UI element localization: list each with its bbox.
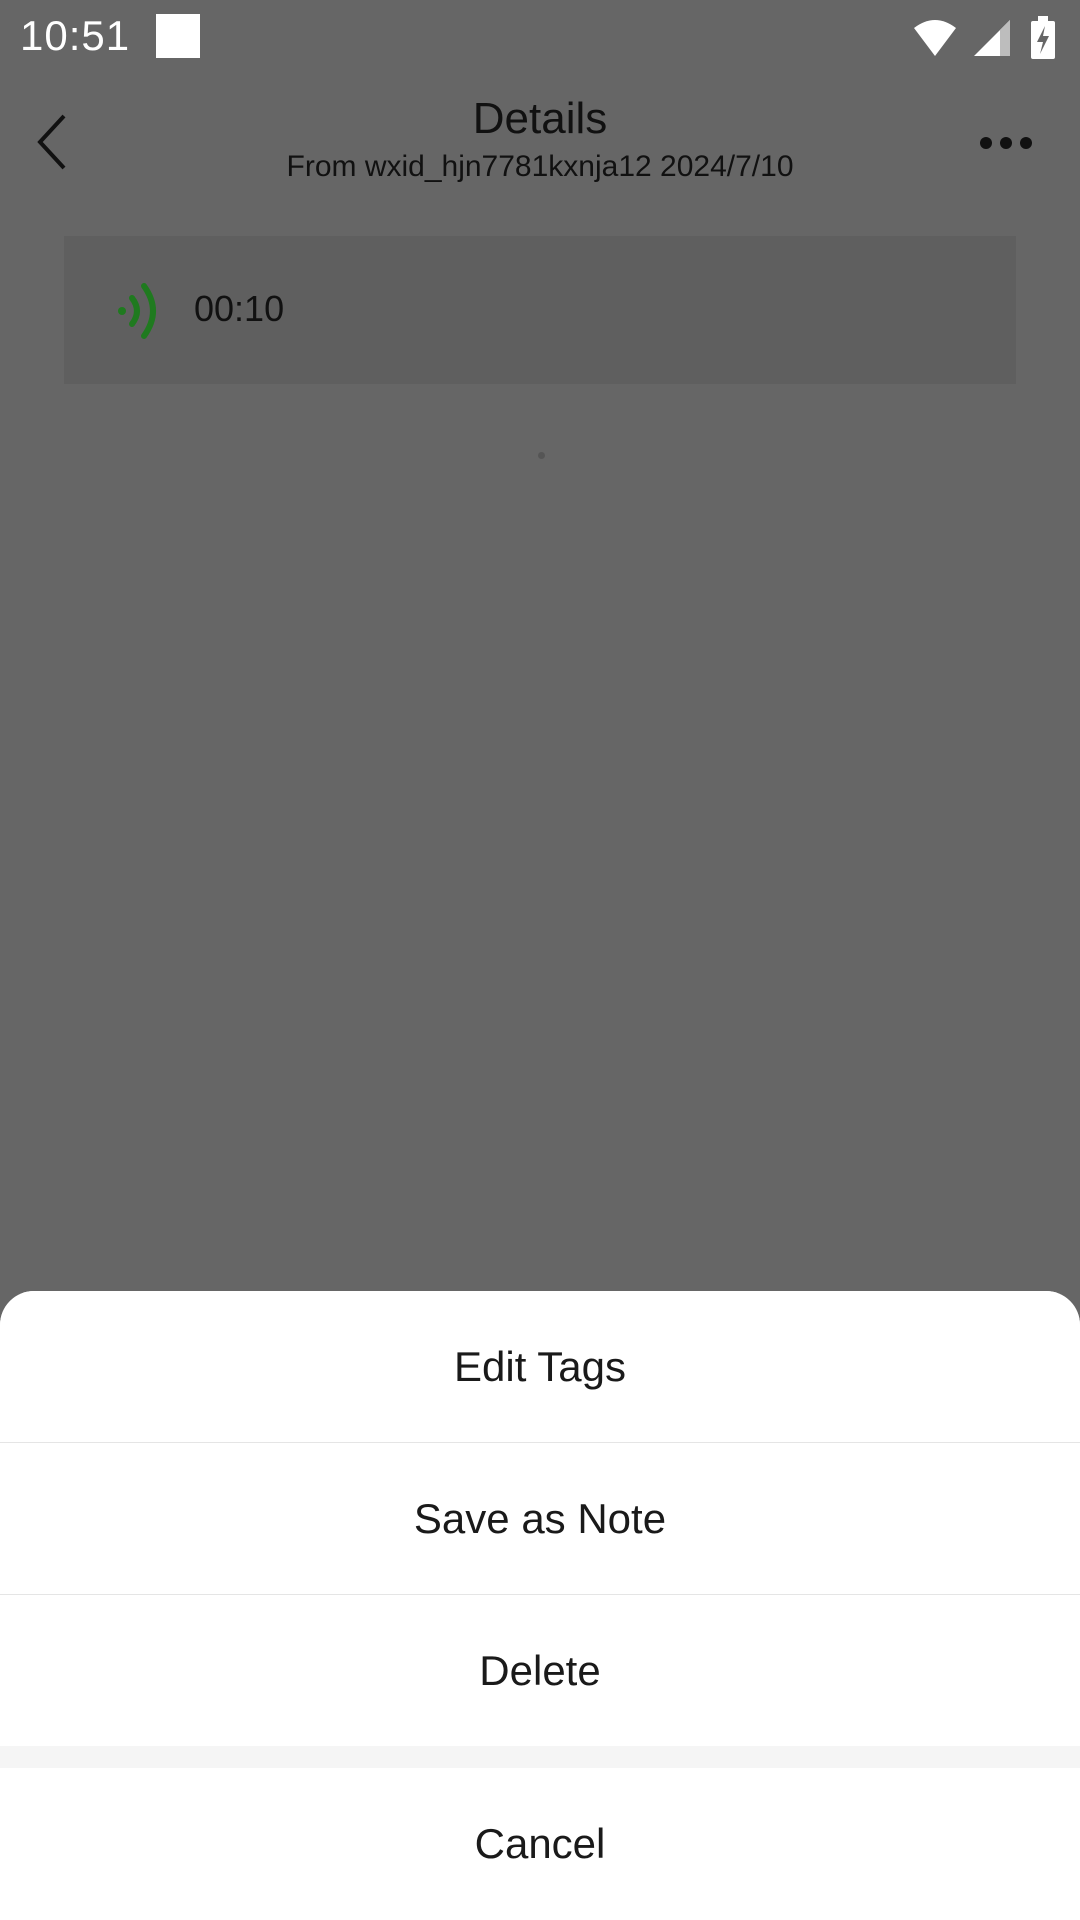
more-dot xyxy=(1000,137,1012,149)
edit-tags-button[interactable]: Edit Tags xyxy=(0,1291,1080,1442)
status-time: 10:51 xyxy=(20,12,131,59)
notification-square-icon xyxy=(156,14,200,58)
details-screen: 10:51 Details From wxid_hjn7781kxnja12 2… xyxy=(0,0,1080,1920)
more-dot xyxy=(980,137,992,149)
voice-message-card[interactable]: 00:10 xyxy=(64,236,1016,384)
cell-signal-icon xyxy=(974,20,1010,56)
more-dot xyxy=(1020,137,1032,149)
more-button[interactable] xyxy=(980,128,1044,158)
action-sheet: Edit Tags Save as Note Delete Cancel xyxy=(0,1291,1080,1920)
cancel-button[interactable]: Cancel xyxy=(0,1768,1080,1920)
delete-button[interactable]: Delete xyxy=(0,1595,1080,1746)
wifi-icon xyxy=(914,20,956,56)
voice-wave-icon xyxy=(118,283,156,339)
status-icons xyxy=(912,12,1062,62)
page-title: Details xyxy=(472,94,608,143)
page-subtitle: From wxid_hjn7781kxnja12 2024/7/10 xyxy=(286,150,794,183)
battery-charging-icon xyxy=(1031,16,1055,59)
voice-duration: 00:10 xyxy=(194,288,285,329)
header-bar: Details From wxid_hjn7781kxnja12 2024/7/… xyxy=(0,78,1080,208)
loading-indicator xyxy=(538,452,545,459)
status-bar: 10:51 xyxy=(0,0,1080,78)
save-as-note-button[interactable]: Save as Note xyxy=(0,1443,1080,1594)
sheet-gap xyxy=(0,1746,1080,1768)
